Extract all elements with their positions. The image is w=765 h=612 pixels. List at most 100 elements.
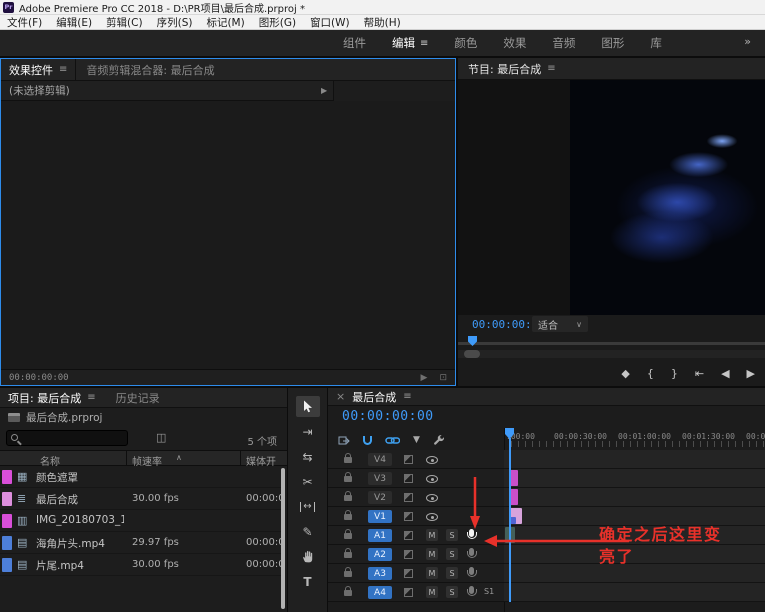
label-color-chip[interactable]	[2, 558, 12, 572]
workspace-overflow-button[interactable]: »	[744, 35, 751, 48]
type-tool[interactable]: T	[296, 571, 320, 592]
razor-tool[interactable]: ✂	[296, 471, 320, 492]
label-color-chip[interactable]	[2, 514, 12, 528]
expand-icon[interactable]: ▶	[321, 86, 327, 95]
track-target-button[interactable]: V1	[368, 510, 392, 523]
panel-menu-icon[interactable]: ≡	[59, 64, 67, 75]
sync-lock-icon[interactable]	[404, 474, 413, 483]
track-lane-a4[interactable]	[504, 583, 765, 602]
panel-menu-icon[interactable]: ≡	[547, 63, 555, 74]
lock-icon[interactable]	[344, 590, 352, 596]
play-icon[interactable]: ▶	[421, 373, 428, 383]
menu-clip[interactable]: 剪辑(C)	[99, 15, 150, 30]
track-target-button[interactable]: A1	[368, 529, 392, 542]
ripple-edit-tool[interactable]: ⇆	[296, 446, 320, 467]
zoom-level-select[interactable]: 适合∨	[532, 316, 588, 332]
mute-button[interactable]: M	[426, 586, 438, 598]
timeline-playhead-line[interactable]	[509, 438, 511, 602]
workspace-tab-color[interactable]: 颜色	[441, 30, 490, 56]
voiceover-record-mic-icon[interactable]	[469, 529, 474, 537]
track-select-tool[interactable]: ⇥	[296, 421, 320, 442]
slip-tool[interactable]: ↔	[296, 496, 320, 517]
toggle-track-output-icon[interactable]	[426, 513, 438, 521]
timeline-settings-wrench-icon[interactable]	[433, 434, 445, 446]
close-icon[interactable]: ×	[336, 390, 345, 403]
panel-menu-icon[interactable]: ≡	[87, 392, 95, 403]
selection-tool[interactable]	[296, 396, 320, 417]
step-back-icon[interactable]: ◀	[721, 367, 729, 380]
workspace-tab-editing[interactable]: 编辑≡	[379, 30, 441, 56]
track-target-button[interactable]: V4	[368, 453, 392, 466]
sync-lock-icon[interactable]	[404, 493, 413, 502]
search-input[interactable]	[6, 430, 128, 446]
panel-menu-icon[interactable]: ≡	[420, 38, 428, 49]
nest-insert-icon[interactable]	[338, 435, 350, 446]
menu-marker[interactable]: 标记(M)	[199, 15, 251, 30]
track-target-button[interactable]: A4	[368, 586, 392, 599]
track-target-button[interactable]: A2	[368, 548, 392, 561]
clip-v2[interactable]	[510, 489, 518, 505]
project-row-image[interactable]: ▥ IMG_20180703_144812.jpg	[0, 510, 283, 532]
track-target-button[interactable]: V2	[368, 491, 392, 504]
lock-icon[interactable]	[344, 514, 352, 520]
go-to-in-icon[interactable]: ⇤	[695, 367, 704, 380]
bin-view-icon[interactable]: ◫	[156, 431, 166, 444]
project-row-color-matte[interactable]: ▦ 颜色遮罩	[0, 466, 283, 488]
solo-button[interactable]: S	[446, 529, 458, 541]
voiceover-record-mic-icon[interactable]	[469, 548, 474, 556]
column-divider[interactable]	[126, 451, 127, 465]
workspace-tab-graphics[interactable]: 图形	[588, 30, 637, 56]
workspace-tab-assembly[interactable]: 组件	[330, 30, 379, 56]
mute-button[interactable]: M	[426, 567, 438, 579]
track-target-button[interactable]: V3	[368, 472, 392, 485]
clip-v3[interactable]	[510, 470, 518, 486]
sync-lock-icon[interactable]	[404, 569, 413, 578]
program-zoom-scrollbar[interactable]	[458, 350, 765, 358]
toggle-track-output-icon[interactable]	[426, 494, 438, 502]
workspace-tab-libraries[interactable]: 库	[637, 30, 675, 56]
mute-button[interactable]: M	[426, 548, 438, 560]
export-frame-icon[interactable]: ⊡	[439, 373, 447, 383]
snap-magnet-icon[interactable]	[363, 436, 372, 445]
sort-asc-icon[interactable]: ∧	[176, 453, 182, 462]
project-file-row[interactable]: 最后合成.prproj	[0, 408, 287, 426]
sync-lock-icon[interactable]	[404, 550, 413, 559]
sync-lock-icon[interactable]	[404, 531, 413, 540]
project-row-sequence[interactable]: ≣ 最后合成 30.00 fps 00:00:0	[0, 488, 283, 510]
timeline-timecode[interactable]: 00:00:00:00	[342, 409, 434, 424]
panel-menu-icon[interactable]: ≡	[403, 391, 411, 402]
workspace-tab-audio[interactable]: 音频	[539, 30, 588, 56]
sync-lock-icon[interactable]	[404, 455, 413, 464]
clip-v1-sub[interactable]	[510, 517, 516, 524]
column-divider[interactable]	[240, 451, 241, 465]
mute-button[interactable]: M	[426, 529, 438, 541]
hand-tool[interactable]	[296, 546, 320, 567]
menu-graphics[interactable]: 图形(G)	[252, 15, 303, 30]
solo-button[interactable]: S	[446, 586, 458, 598]
solo-button[interactable]: S	[446, 548, 458, 560]
menu-window[interactable]: 窗口(W)	[303, 15, 357, 30]
label-color-chip[interactable]	[2, 470, 12, 484]
lock-icon[interactable]	[344, 457, 352, 463]
label-color-chip[interactable]	[2, 536, 12, 550]
timeline-tab[interactable]: × 最后合成 ≡	[328, 388, 765, 406]
sequence-name[interactable]: 最后合成	[352, 389, 396, 405]
project-row-video[interactable]: ▤ 海角片头.mp4 29.97 fps 00:00:0	[0, 532, 283, 554]
add-marker-icon[interactable]: ◆	[621, 367, 629, 380]
lock-icon[interactable]	[344, 552, 352, 558]
project-row-video[interactable]: ▤ 片尾.mp4 30.00 fps 00:00:0	[0, 554, 283, 576]
pen-tool[interactable]: ✎	[296, 521, 320, 542]
voiceover-record-mic-icon[interactable]	[469, 586, 474, 594]
lock-icon[interactable]	[344, 495, 352, 501]
solo-button[interactable]: S	[446, 567, 458, 579]
track-lane-v4[interactable]	[504, 450, 765, 469]
mark-out-icon[interactable]: }	[671, 367, 678, 380]
toggle-track-output-icon[interactable]	[426, 475, 438, 483]
time-ruler[interactable]	[504, 441, 765, 447]
track-lane-v2[interactable]	[504, 488, 765, 507]
lock-icon[interactable]	[344, 476, 352, 482]
program-scrub-bar[interactable]	[458, 342, 765, 345]
program-tab[interactable]: 节目: 最后合成≡	[458, 58, 765, 80]
sync-lock-icon[interactable]	[404, 512, 413, 521]
linked-selection-icon[interactable]	[385, 436, 400, 445]
